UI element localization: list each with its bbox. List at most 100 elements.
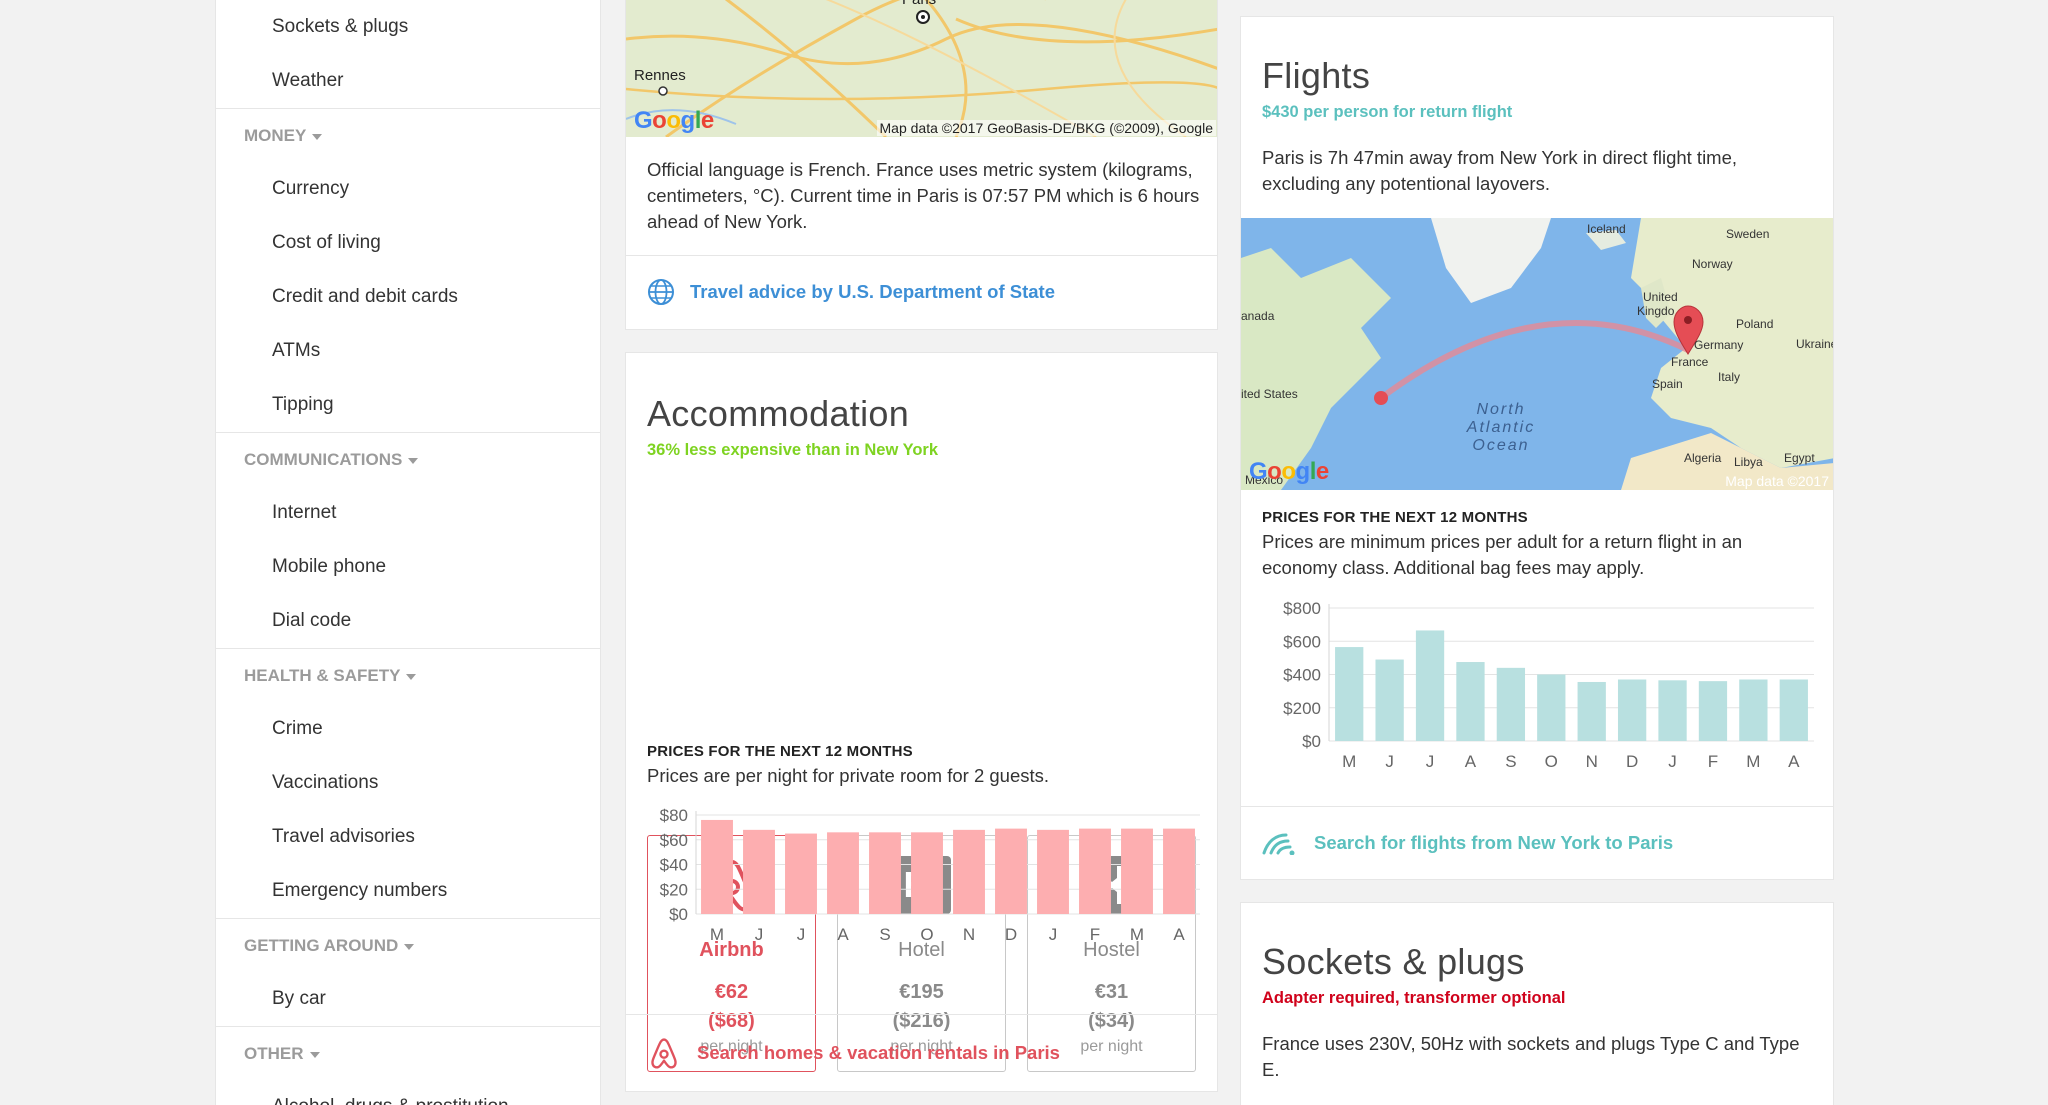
flights-subtitle: $430 per person for return flight <box>1262 103 1513 121</box>
x-tick-label: M <box>1746 752 1760 767</box>
ocean-word-2: Atlantic <box>1466 419 1536 436</box>
map-label-italy: Italy <box>1718 370 1741 384</box>
sidebar-group-money[interactable]: MONEY <box>216 108 600 162</box>
travel-advice-link[interactable]: Travel advice by U.S. Department of Stat… <box>626 255 1217 329</box>
sidebar: Sockets & plugs Weather MONEY Currency Cost … <box>215 0 601 1105</box>
sidebar-item-internet[interactable]: Internet <box>216 486 600 540</box>
accommodation-prices-note: Prices are per night for private room fo… <box>647 765 1050 786</box>
sidebar-group-label: HEALTH & SAFETY <box>244 666 401 685</box>
x-tick-label: M <box>1342 752 1356 767</box>
x-tick-label: F <box>1090 925 1100 944</box>
map-label-algeria: Algeria <box>1684 451 1722 465</box>
paris-map[interactable]: Paris Rennes Google Map data ©2017 GeoBa… <box>626 0 1217 137</box>
ocean-word-1: North <box>1476 401 1526 418</box>
hostel-price-eur: €31 <box>1094 981 1129 1003</box>
bar <box>1037 829 1069 914</box>
x-tick-label: A <box>1173 925 1185 944</box>
sidebar-item-alcohol-drugs-and-prostitution[interactable]: Alcohol, drugs & prostitution <box>216 1080 600 1105</box>
map-label-poland: Poland <box>1736 317 1774 331</box>
x-tick-label: J <box>1385 752 1394 767</box>
accommodation-title: Accommodation <box>647 393 910 434</box>
sidebar-item-emergency-numbers[interactable]: Emergency numbers <box>216 864 600 918</box>
accommodation-subtitle: 36% less expensive than in New York <box>647 441 939 459</box>
map-attribution: Map data ©2017 GeoBasis-DE/BKG (©2009), … <box>876 120 1216 136</box>
y-tick-label: $40 <box>660 856 688 875</box>
flights-card: Flights $430 per person for return fligh… <box>1240 16 1834 880</box>
sidebar-group-label: MONEY <box>244 126 307 145</box>
map-label-united: United <box>1643 290 1678 304</box>
google-logo: Google <box>1249 458 1329 485</box>
x-tick-label: N <box>1586 752 1598 767</box>
sidebar-item-tipping[interactable]: Tipping <box>216 378 600 432</box>
hotel-price-eur: €195 <box>899 981 944 1003</box>
bar <box>1456 662 1485 741</box>
sidebar-item-sockets-and-plugs[interactable]: Sockets & plugs <box>216 0 600 54</box>
x-tick-label: J <box>1426 752 1435 767</box>
map-label-sweden: Sweden <box>1726 227 1770 241</box>
map-label-kingdom: Kingdo <box>1637 304 1675 318</box>
flight-route-map[interactable]: Iceland Sweden Norway United Kingdo Pola… <box>1241 218 1834 490</box>
sidebar-item-vaccinations[interactable]: Vaccinations <box>216 756 600 810</box>
bar <box>1335 647 1364 741</box>
x-tick-label: O <box>920 925 933 944</box>
sidebar-group-label: COMMUNICATIONS <box>244 450 403 469</box>
map-label-ukraine: Ukraine <box>1796 337 1834 351</box>
bar <box>1121 828 1153 914</box>
x-tick-label: J <box>755 925 764 944</box>
search-homes-link[interactable]: Search homes & vacation rentals in Paris <box>626 1014 1217 1091</box>
bar <box>827 832 859 914</box>
caret-down-icon <box>406 673 417 680</box>
map-label-canada: anada <box>1241 309 1275 323</box>
sockets-text: France uses 230V, 50Hz with sockets and … <box>1262 1033 1800 1080</box>
sockets-card: Sockets & plugs Adapter required, transf… <box>1240 902 1834 1105</box>
caret-down-icon <box>404 943 415 950</box>
sockets-subtitle: Adapter required, transformer optional <box>1262 989 1566 1007</box>
sidebar-group-getting-around[interactable]: GETTING AROUND <box>216 918 600 972</box>
caret-down-icon <box>408 457 419 464</box>
sidebar-group-label: GETTING AROUND <box>244 936 399 955</box>
sidebar-item-crime[interactable]: Crime <box>216 702 600 756</box>
y-tick-label: $20 <box>660 880 688 899</box>
map-label-united-states: ited States <box>1241 387 1298 401</box>
bar <box>1415 630 1445 741</box>
globe-icon <box>648 279 674 305</box>
y-tick-label: $400 <box>1283 666 1321 685</box>
caret-down-icon <box>309 1051 320 1058</box>
bar <box>701 819 733 914</box>
ocean-word-3: Ocean <box>1472 437 1530 454</box>
y-tick-label: $0 <box>669 905 688 924</box>
map-label-paris: Paris <box>902 0 936 8</box>
travel-advice-label: Travel advice by U.S. Department of Stat… <box>690 281 1055 302</box>
bar <box>1698 681 1728 741</box>
x-tick-label: D <box>1005 925 1017 944</box>
sidebar-item-mobile-phone[interactable]: Mobile phone <box>216 540 600 594</box>
sidebar-item-dial-code[interactable]: Dial code <box>216 594 600 648</box>
accommodation-price-chart: $0 $20 $40 $60 $80 M J J A S O N D J F M A <box>660 806 1200 944</box>
bar <box>1577 681 1606 741</box>
x-tick-label: M <box>1130 925 1144 944</box>
sidebar-group-label: OTHER <box>244 1044 304 1063</box>
bar <box>785 833 817 914</box>
bar <box>1658 680 1687 741</box>
sidebar-group-health-and-safety[interactable]: HEALTH & SAFETY <box>216 648 600 702</box>
sidebar-item-currency[interactable]: Currency <box>216 162 600 216</box>
x-tick-label: S <box>1505 752 1516 767</box>
sidebar-item-travel-advisories[interactable]: Travel advisories <box>216 810 600 864</box>
y-tick-label: $0 <box>1302 732 1321 751</box>
sidebar-item-by-car[interactable]: By car <box>216 972 600 1026</box>
sidebar-item-weather[interactable]: Weather <box>216 54 600 108</box>
sidebar-group-communications[interactable]: COMMUNICATIONS <box>216 432 600 486</box>
x-tick-label: J <box>1049 925 1058 944</box>
sidebar-item-credit-and-debit-cards[interactable]: Credit and debit cards <box>216 270 600 324</box>
map-label-spain: Spain <box>1652 377 1683 391</box>
flights-prices-label: PRICES FOR THE NEXT 12 MONTHS <box>1262 509 1528 526</box>
sidebar-item-atms[interactable]: ATMs <box>216 324 600 378</box>
caret-down-icon <box>312 133 323 140</box>
bar <box>911 832 943 914</box>
search-flights-link[interactable]: Search for flights from New York to Pari… <box>1241 806 1833 879</box>
sidebar-group-other[interactable]: OTHER <box>216 1026 600 1080</box>
bar <box>1617 679 1647 741</box>
bar <box>1496 667 1526 741</box>
y-tick-label: $600 <box>1283 632 1321 651</box>
sidebar-item-cost-of-living[interactable]: Cost of living <box>216 216 600 270</box>
